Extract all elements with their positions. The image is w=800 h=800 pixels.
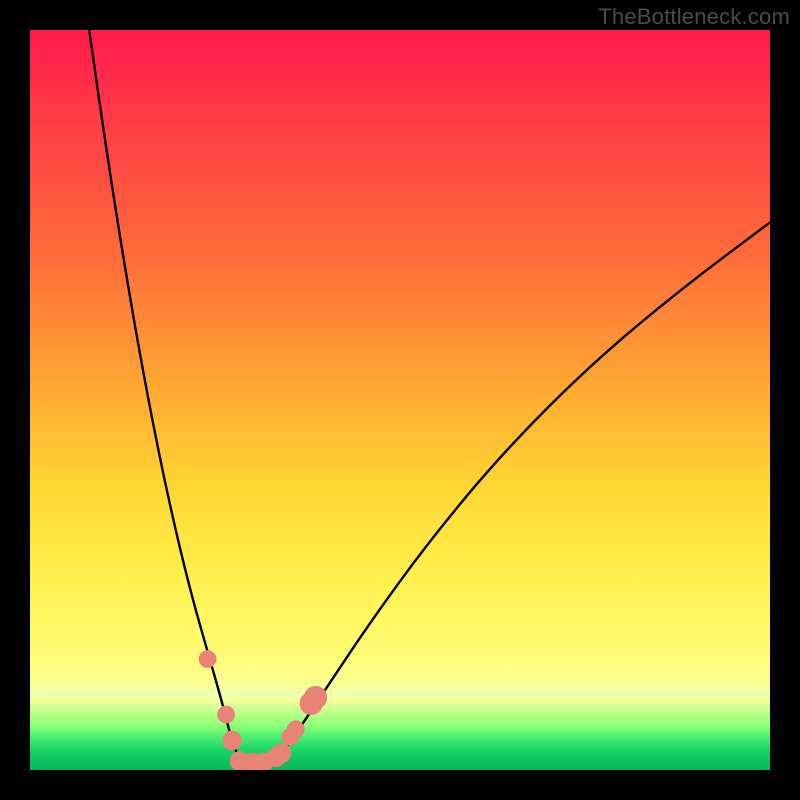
plot-area [30,30,770,770]
chart-frame: TheBottleneck.com [0,0,800,800]
data-marker [287,721,304,738]
data-marker [218,706,235,723]
watermark-label: TheBottleneck.com [598,4,790,30]
data-marker [199,651,216,668]
data-marker [272,744,291,763]
curve-svg [30,30,770,770]
data-marker [305,686,327,708]
curve-markers [199,651,327,770]
curve-path-group [89,30,770,763]
bottleneck-curve [89,30,770,763]
data-marker [223,731,242,750]
